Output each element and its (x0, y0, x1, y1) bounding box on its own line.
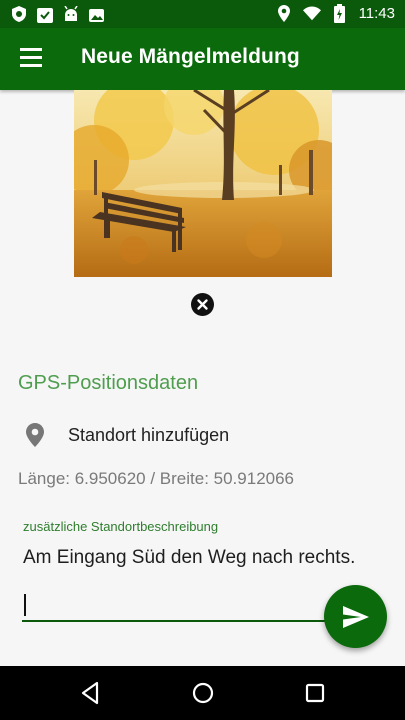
coordinates-text: Länge: 6.950620 / Breite: 50.912066 (18, 469, 295, 488)
home-icon[interactable] (189, 679, 217, 707)
back-icon[interactable] (77, 679, 105, 707)
add-location-label: Standort hinzufügen (68, 425, 230, 445)
text-cursor (24, 594, 26, 616)
remove-photo-button[interactable] (191, 293, 214, 316)
shield-icon (10, 5, 28, 23)
page-title: Neue Mängelmeldung (81, 45, 300, 68)
android-icon (62, 5, 80, 23)
location-description-label: zusätzliche Standortbeschreibung (23, 519, 219, 534)
recents-icon[interactable] (301, 679, 329, 707)
clipboard-check-icon (36, 5, 54, 23)
hamburger-menu-icon[interactable] (20, 48, 44, 68)
wifi-icon (302, 4, 321, 22)
close-circle-icon (197, 299, 208, 310)
input-underline (22, 620, 352, 622)
battery-charging-icon (331, 3, 349, 23)
clock: 11:43 (358, 4, 395, 22)
send-button[interactable] (324, 585, 387, 648)
location-description-text: Am Eingang Süd den Weg nach rechts. (23, 547, 356, 568)
status-bar: 11:43 (0, 0, 405, 28)
autumn-park-bench-photo (74, 90, 332, 277)
location-pin-icon (275, 4, 293, 22)
app-bar: Neue Mängelmeldung (0, 28, 405, 90)
image-icon (88, 5, 106, 23)
add-location-button[interactable]: Standort hinzufügen (24, 421, 384, 451)
gps-section-title: GPS-Positionsdaten (18, 372, 199, 394)
send-icon (342, 605, 369, 628)
navigation-bar (0, 666, 405, 720)
location-description-input[interactable] (22, 590, 352, 622)
location-pin-icon (26, 423, 44, 452)
